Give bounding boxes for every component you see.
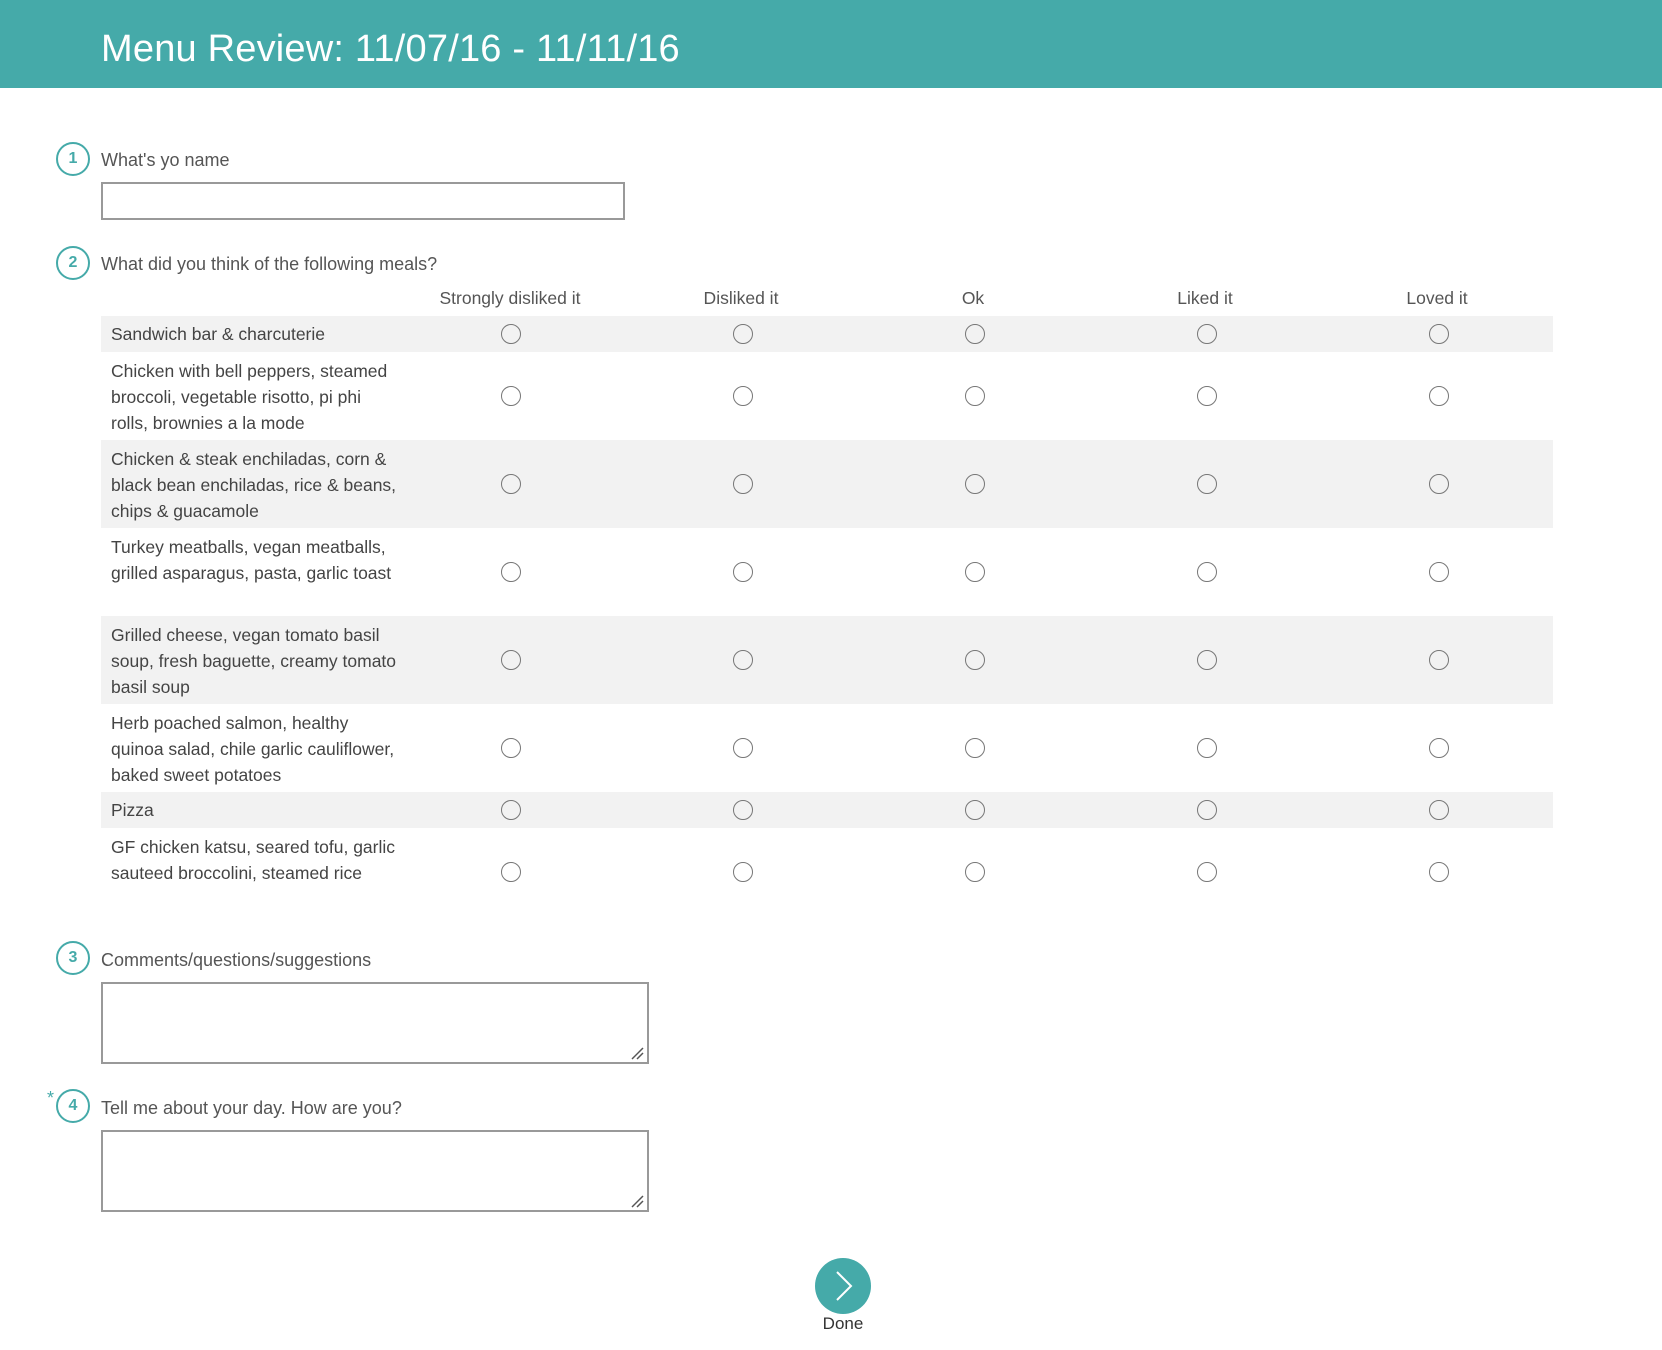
- column-loved: Loved it: [1406, 288, 1468, 308]
- matrix-row-chicken-katsu: GF chicken katsu, seared tofu, garlic sa…: [101, 828, 1553, 916]
- meal-label: Chicken with bell peppers, steamed brocc…: [111, 361, 388, 433]
- meal-label: Pizza: [111, 800, 154, 820]
- radio-loved[interactable]: [1429, 800, 1449, 820]
- radio-strongly-disliked[interactable]: [501, 386, 521, 406]
- matrix-row-enchiladas: Chicken & steak enchiladas, corn & black…: [101, 440, 1553, 528]
- radio-liked[interactable]: [1197, 324, 1217, 344]
- radio-disliked[interactable]: [733, 474, 753, 494]
- radio-disliked[interactable]: [733, 800, 753, 820]
- radio-ok[interactable]: [965, 386, 985, 406]
- question-1-number: 1: [56, 142, 90, 176]
- resize-handle-icon[interactable]: [630, 1046, 644, 1060]
- meal-label: Sandwich bar & charcuterie: [111, 324, 325, 344]
- radio-liked[interactable]: [1197, 862, 1217, 882]
- required-indicator: *: [47, 1088, 55, 1108]
- radio-strongly-disliked[interactable]: [501, 474, 521, 494]
- question-4-label: Tell me about your day. How are you?: [101, 1098, 402, 1118]
- radio-ok[interactable]: [965, 862, 985, 882]
- page-title: Menu Review: 11/07/16 - 11/11/16: [101, 28, 680, 70]
- radio-ok[interactable]: [965, 650, 985, 670]
- matrix-row-grilled-cheese: Grilled cheese, vegan tomato basil soup,…: [101, 616, 1553, 704]
- matrix-row-chicken-bell-peppers: Chicken with bell peppers, steamed brocc…: [101, 352, 1553, 440]
- radio-strongly-disliked[interactable]: [501, 738, 521, 758]
- radio-ok[interactable]: [965, 474, 985, 494]
- column-ok: Ok: [961, 288, 985, 308]
- radio-loved[interactable]: [1429, 862, 1449, 882]
- meal-label: Turkey meatballs, vegan meatballs, grill…: [111, 537, 392, 583]
- chevron-right-icon: [836, 1271, 853, 1301]
- question-4-number: 4: [56, 1089, 90, 1123]
- matrix-header: Strongly disliked it Disliked it Ok Like…: [101, 282, 1553, 316]
- radio-loved[interactable]: [1429, 650, 1449, 670]
- question-3-number: 3: [56, 941, 90, 975]
- radio-loved[interactable]: [1429, 562, 1449, 582]
- radio-ok[interactable]: [965, 800, 985, 820]
- question-1-label: What's yo name: [101, 150, 230, 170]
- column-liked: Liked it: [1177, 288, 1233, 308]
- done-label: Done: [822, 1314, 864, 1333]
- radio-strongly-disliked[interactable]: [501, 324, 521, 344]
- matrix-row-sandwich-bar: Sandwich bar & charcuterie: [101, 316, 1553, 352]
- question-2-label: What did you think of the following meal…: [101, 254, 438, 274]
- comments-textarea[interactable]: [101, 982, 649, 1064]
- radio-disliked[interactable]: [733, 562, 753, 582]
- radio-ok[interactable]: [965, 324, 985, 344]
- radio-liked[interactable]: [1197, 386, 1217, 406]
- column-strongly-disliked: Strongly disliked it: [439, 288, 581, 308]
- question-2-number: 2: [56, 246, 90, 280]
- radio-liked[interactable]: [1197, 738, 1217, 758]
- radio-liked[interactable]: [1197, 474, 1217, 494]
- radio-ok[interactable]: [965, 738, 985, 758]
- name-input[interactable]: [101, 182, 625, 220]
- meal-label: GF chicken katsu, seared tofu, garlic sa…: [111, 837, 396, 883]
- radio-loved[interactable]: [1429, 386, 1449, 406]
- done-button[interactable]: [815, 1258, 871, 1314]
- matrix-row-herb-salmon: Herb poached salmon, healthy quinoa sala…: [101, 704, 1553, 792]
- radio-strongly-disliked[interactable]: [501, 862, 521, 882]
- radio-disliked[interactable]: [733, 862, 753, 882]
- radio-disliked[interactable]: [733, 738, 753, 758]
- radio-strongly-disliked[interactable]: [501, 800, 521, 820]
- radio-strongly-disliked[interactable]: [501, 650, 521, 670]
- radio-disliked[interactable]: [733, 324, 753, 344]
- meal-label: Herb poached salmon, healthy quinoa sala…: [111, 713, 395, 785]
- done-button-wrapper: [815, 1258, 871, 1314]
- meal-label: Grilled cheese, vegan tomato basil soup,…: [111, 625, 397, 697]
- radio-liked[interactable]: [1197, 562, 1217, 582]
- meal-rating-matrix: Strongly disliked it Disliked it Ok Like…: [101, 282, 1553, 916]
- matrix-row-pizza: Pizza: [101, 792, 1553, 828]
- radio-loved[interactable]: [1429, 324, 1449, 344]
- radio-loved[interactable]: [1429, 474, 1449, 494]
- radio-ok[interactable]: [965, 562, 985, 582]
- radio-strongly-disliked[interactable]: [501, 562, 521, 582]
- radio-liked[interactable]: [1197, 800, 1217, 820]
- question-3-label: Comments/questions/suggestions: [101, 950, 372, 970]
- resize-handle-icon[interactable]: [630, 1194, 644, 1208]
- radio-liked[interactable]: [1197, 650, 1217, 670]
- column-disliked: Disliked it: [703, 288, 779, 308]
- matrix-row-turkey-meatballs: Turkey meatballs, vegan meatballs, grill…: [101, 528, 1553, 616]
- radio-disliked[interactable]: [733, 650, 753, 670]
- radio-disliked[interactable]: [733, 386, 753, 406]
- page-header: Menu Review: 11/07/16 - 11/11/16: [0, 0, 1662, 88]
- day-textarea[interactable]: [101, 1130, 649, 1212]
- meal-label: Chicken & steak enchiladas, corn & black…: [111, 449, 397, 521]
- radio-loved[interactable]: [1429, 738, 1449, 758]
